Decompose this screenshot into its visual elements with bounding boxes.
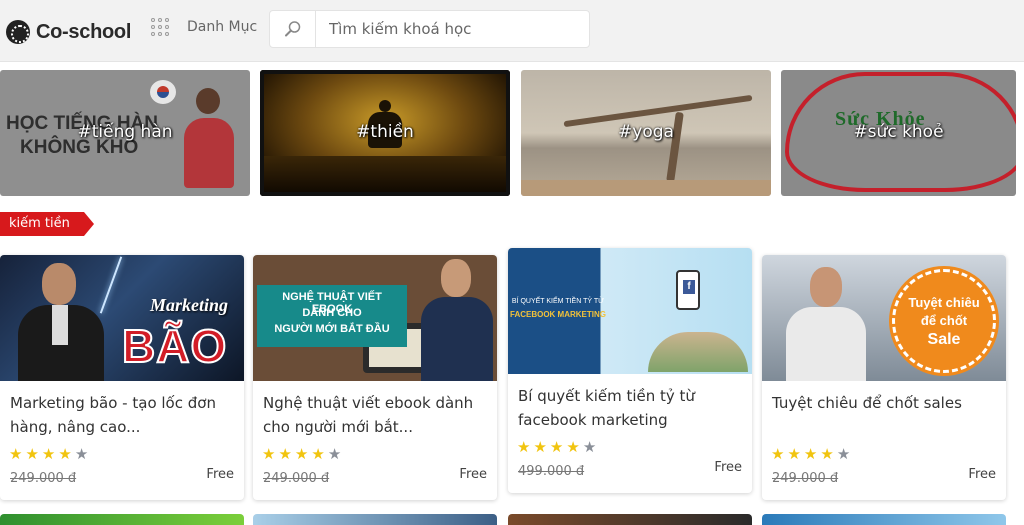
rating-stars: ★ ★ ★ ★ ★ [262,447,341,462]
course-title[interactable]: Tuyệt chiêu để chốt sales [772,391,998,415]
star-icon: ★ [549,438,564,456]
star-icon: ★ [803,445,818,463]
course-card-next[interactable] [253,514,497,525]
star-icon: ★ [517,438,531,456]
star-icon: ★ [58,445,72,463]
price: Free [206,467,234,482]
rating-stars: ★ ★ ★ ★ ★ [9,447,88,462]
course-thumbnail: BÍ QUYẾT KIẾM TIỀN TỶ TỪ FACEBOOK MARKET… [508,248,752,374]
star-icon: ★ [9,445,23,463]
original-price: 249.000 đ [772,471,839,486]
star-icon: ★ [262,445,276,463]
thumbnail-text: BÍ QUYẾT KIẾM TIỀN TỶ TỪ [511,298,605,305]
korea-flag-icon [150,80,176,104]
course-thumbnail: Marketing BÃO [0,255,244,381]
category-menu-button[interactable]: Danh Mục [151,18,257,36]
topic-label: #yoga [618,122,674,142]
thumbnail-text: NGƯỜI MỚI BẮT ĐẦU [274,323,390,335]
thumbnail-text: FACEBOOK MARKETING [510,310,606,319]
instructor-photo [18,263,104,381]
price: Free [714,460,742,475]
logo[interactable]: Co-school [6,20,131,44]
thumbnail-text: để chốt [920,313,968,328]
header: Co-school Danh Mục [0,0,1024,62]
thumbnail-text: Marketing [150,295,229,315]
logo-text: Co-school [36,20,132,43]
star-icon: ★ [836,445,851,463]
star-icon: ★ [327,445,342,463]
course-card[interactable]: BÍ QUYẾT KIẾM TIỀN TỶ TỪ FACEBOOK MARKET… [508,248,752,493]
topic-label: #tiếng hàn [77,122,173,142]
star-icon: ★ [566,438,580,456]
course-title[interactable]: Bí quyết kiếm tiền tỷ từ facebook market… [518,384,744,432]
course-card[interactable]: NGHỆ THUẬT VIẾT EBOOK DÀNH CHO NGƯỜI MỚI… [253,255,497,500]
instructor-photo [786,267,866,381]
course-thumbnail: NGHỆ THUẬT VIẾT EBOOK DÀNH CHO NGƯỜI MỚI… [253,255,497,381]
star-icon: ★ [311,445,325,463]
star-icon: ★ [787,445,801,463]
original-price: 249.000 đ [263,471,330,486]
grid-icon [151,18,169,36]
star-icon: ★ [533,438,547,456]
search-icon [284,21,300,37]
price: Free [459,467,487,482]
topic-card-health[interactable]: Sức Khỏe #sức khoẻ [781,70,1016,196]
course-card-next[interactable] [762,514,1006,525]
star-icon: ★ [41,445,56,463]
thumbnail-text: DÀNH CHO [302,307,362,319]
facebook-icon [676,270,700,310]
course-card[interactable]: Tuyệt chiêu để chốt Sale Tuyệt chiêu để … [762,255,1006,500]
star-icon: ★ [74,445,89,463]
star-icon: ★ [294,445,309,463]
logo-icon [6,20,30,44]
search-input[interactable] [316,11,589,47]
star-icon: ★ [278,445,292,463]
search-button[interactable] [270,11,316,47]
search-box [269,10,590,48]
star-icon: ★ [820,445,834,463]
course-card-next[interactable] [0,514,244,525]
course-thumbnail: Tuyệt chiêu để chốt Sale [762,255,1006,381]
topic-card-meditation[interactable]: #thiền [260,70,510,196]
topic-card-yoga[interactable]: #yoga [521,70,771,196]
course-card-next[interactable] [508,514,752,525]
thumbnail-text: Tuyệt chiêu [908,295,980,310]
topic-card-korean[interactable]: HỌC TIẾNG HÀN KHÔNG KHÓ #tiếng hàn [0,70,250,196]
price: Free [968,467,996,482]
topic-label: #thiền [356,122,414,142]
thumbnail-text: Sale [927,331,961,348]
rating-stars: ★ ★ ★ ★ ★ [771,447,850,462]
course-card[interactable]: Marketing BÃO Marketing bão - tạo lốc đơ… [0,255,244,500]
star-icon: ★ [25,445,39,463]
instructor-photo [421,259,493,381]
course-title[interactable]: Marketing bão - tạo lốc đơn hàng, nâng c… [10,391,236,439]
course-title[interactable]: Nghệ thuật viết ebook dành cho người mới… [263,391,489,439]
rating-stars: ★ ★ ★ ★ ★ [517,440,596,455]
original-price: 249.000 đ [10,471,77,486]
star-icon: ★ [771,445,785,463]
topic-label: #sức khoẻ [853,122,944,142]
category-menu-label: Danh Mục [187,19,258,35]
thumbnail-text: BÃO [121,319,228,373]
star-icon: ★ [582,438,597,456]
category-tag[interactable]: kiếm tiền [0,212,94,236]
original-price: 499.000 đ [518,464,585,479]
